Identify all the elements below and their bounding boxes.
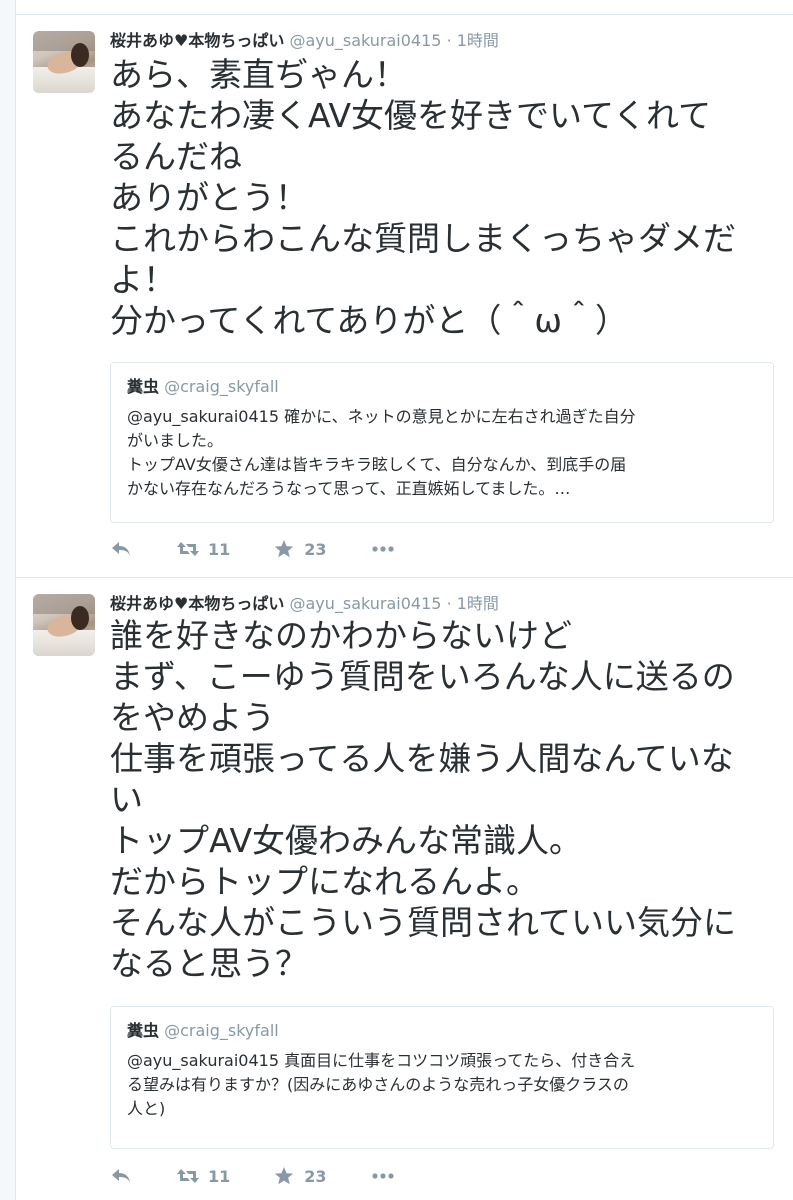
quoted-text-line: @ayu_sakurai0415 真面目に仕事をコツコツ頑張ってたら、付き合え: [127, 1051, 636, 1070]
reply-button[interactable]: [110, 539, 176, 559]
favorite-count: 23: [304, 539, 327, 559]
quoted-author-handle: @craig_skyfall: [164, 1021, 279, 1040]
reply-icon: [112, 1169, 130, 1183]
tweet-text: あら、素直ぢゃん！ あなたわ凄くAV女優を好きでいてくれて るんだね ありがとう…: [110, 54, 736, 341]
quoted-text: @ayu_sakurai0415 確かに、ネットの意見とかに左右され過ぎた自分 …: [127, 405, 757, 501]
tweet-text-line: 誰を好きなのかわからないけど: [110, 616, 572, 655]
star-icon: [275, 540, 294, 558]
reply-icon: [112, 542, 130, 556]
tweet-header: 桜井あゆ♥本物ちっぱい @ayu_sakurai0415 · 1時間: [110, 31, 499, 51]
tweet-actions: 11 23: [110, 1164, 395, 1188]
tweet-text-line: なると思う？: [110, 944, 308, 983]
tweet-text-line: だからトップになれるんよ。: [110, 862, 539, 901]
more-icon: [371, 1173, 394, 1179]
avatar[interactable]: [33, 31, 95, 93]
quoted-text-line: がいました。: [127, 431, 224, 450]
quoted-author-handle: @craig_skyfall: [164, 377, 279, 396]
quote-fade: [111, 504, 773, 522]
tweet-text-line: トップAV女優わみんな常識人。: [110, 821, 583, 860]
tweet-text-line: まず、こーゆう質問をいろんな人に送るの: [110, 657, 735, 696]
quoted-text-line: トップAV女優さん達は皆キラキラ眩しくて、自分なんか、到底手の届: [127, 455, 627, 474]
tweet[interactable]: 桜井あゆ♥本物ちっぱい @ayu_sakurai0415 · 1時間 誰を好きな…: [16, 578, 793, 1200]
previous-tweet-edge: [16, 0, 793, 15]
tweet-actions: 11 23: [110, 537, 395, 561]
more-button[interactable]: [371, 1172, 395, 1180]
tweet-text-line: るんだね: [110, 137, 242, 176]
quoted-tweet[interactable]: 糞虫 @craig_skyfall @ayu_sakurai0415 確かに、ネ…: [110, 362, 774, 523]
separator: ·: [446, 594, 452, 613]
tweet-text-line: あなたわ凄くAV女優を好きでいてくれて: [110, 96, 712, 135]
tweet-text-line: をやめよう: [110, 698, 275, 737]
quoted-text-line: @ayu_sakurai0415 確かに、ネットの意見とかに左右され過ぎた自分: [127, 407, 636, 426]
timestamp[interactable]: 1時間: [457, 31, 499, 50]
author-handle[interactable]: @ayu_sakurai0415: [289, 31, 441, 50]
quoted-text-line: る望みは有りますか？(因みにあゆさんのような売れっ子女優クラスの: [127, 1075, 629, 1094]
timeline: 桜井あゆ♥本物ちっぱい @ayu_sakurai0415 · 1時間 あら、素直…: [15, 0, 793, 1200]
tweet-text-line: あら、素直ぢゃん！: [110, 55, 407, 94]
author-name[interactable]: 桜井あゆ♥本物ちっぱい: [110, 31, 284, 50]
separator: ·: [446, 31, 452, 50]
tweet-text-line: ありがとう！: [110, 178, 308, 217]
tweet-text-line: 仕事を頑張ってる人を嫌う人間なんていな: [110, 739, 734, 778]
avatar[interactable]: [33, 594, 95, 656]
quoted-tweet[interactable]: 糞虫 @craig_skyfall @ayu_sakurai0415 真面目に仕…: [110, 1006, 774, 1149]
quoted-text-line: かない存在なんだろうなって思って、正直嫉妬してました。…: [127, 479, 571, 498]
quoted-author-name: 糞虫: [127, 1021, 160, 1040]
more-button[interactable]: [371, 545, 395, 553]
retweet-button[interactable]: 11: [176, 1167, 230, 1186]
favorite-count: 23: [304, 1166, 327, 1186]
favorite-button[interactable]: 23: [274, 1166, 327, 1186]
reply-button[interactable]: [110, 1166, 176, 1186]
quoted-text-line: 人と): [127, 1099, 166, 1118]
quoted-text: @ayu_sakurai0415 真面目に仕事をコツコツ頑張ってたら、付き合え …: [127, 1049, 757, 1121]
tweet-text-line: これからわこんな質問しまくっちゃダメだ: [110, 219, 737, 258]
star-icon: [275, 1167, 294, 1185]
tweet[interactable]: 桜井あゆ♥本物ちっぱい @ayu_sakurai0415 · 1時間 あら、素直…: [16, 15, 793, 578]
author-name[interactable]: 桜井あゆ♥本物ちっぱい: [110, 594, 284, 613]
retweet-count: 11: [208, 539, 231, 559]
tweet-text-line: 分かってくれてありがと（＾ω＾）: [110, 301, 629, 340]
retweet-count: 11: [208, 1166, 231, 1186]
more-icon: [371, 546, 394, 552]
author-handle[interactable]: @ayu_sakurai0415: [289, 594, 441, 613]
favorite-button[interactable]: 23: [274, 539, 327, 559]
tweet-text-line: よ！: [110, 260, 176, 299]
timestamp[interactable]: 1時間: [457, 594, 499, 613]
tweet-text-line: い: [110, 780, 143, 819]
tweet-text-line: そんな人がこういう質問されていい気分に: [110, 903, 737, 942]
retweet-icon: [177, 542, 199, 556]
tweet-text: 誰を好きなのかわからないけど まず、こーゆう質問をいろんな人に送るの をやめよう…: [110, 615, 736, 984]
tweet-header: 桜井あゆ♥本物ちっぱい @ayu_sakurai0415 · 1時間: [110, 594, 499, 614]
quoted-author-name: 糞虫: [127, 377, 160, 396]
retweet-button[interactable]: 11: [176, 540, 230, 559]
retweet-icon: [177, 1169, 199, 1183]
